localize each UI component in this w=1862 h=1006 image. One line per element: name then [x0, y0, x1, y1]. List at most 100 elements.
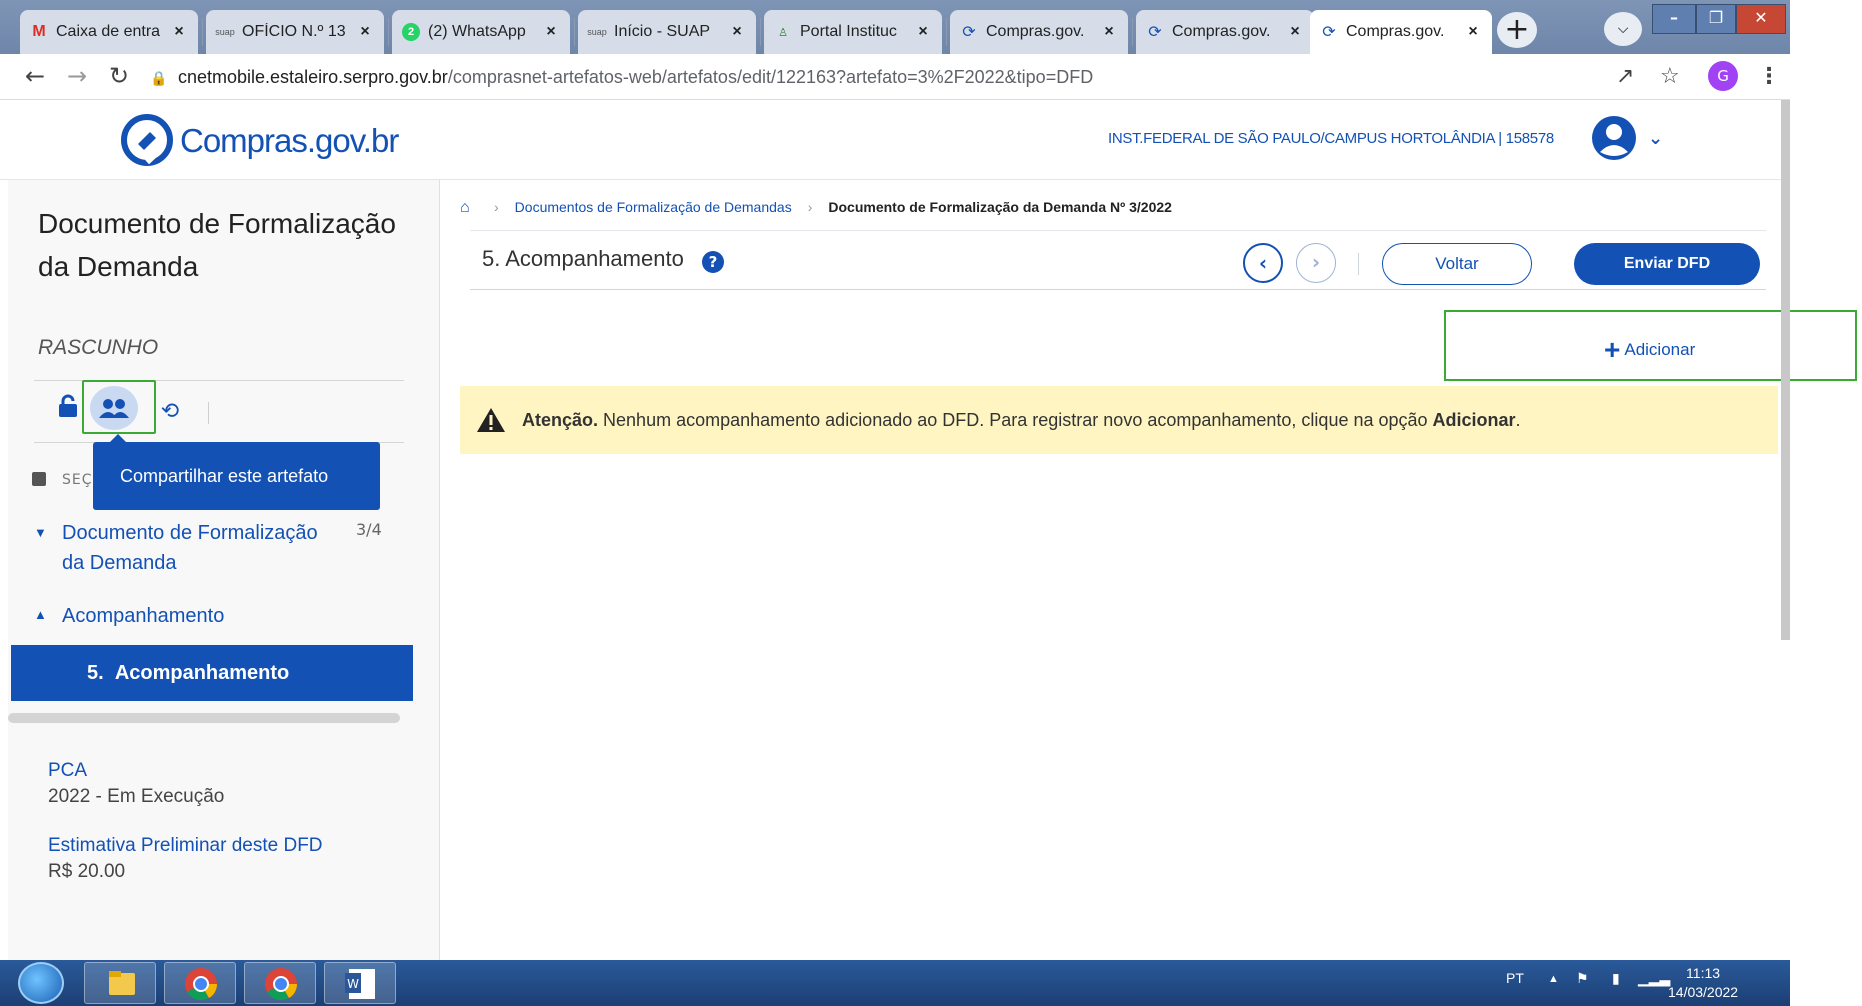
screen: M Caixa de entra × suap OFÍCIO N.º 13 × … [0, 0, 1862, 1006]
tray-expand-icon[interactable]: ▲ [1548, 973, 1559, 985]
portal-icon: ♙ [778, 26, 788, 39]
share-page-icon[interactable]: ↗ [1616, 64, 1634, 89]
help-icon[interactable]: ? [702, 251, 724, 273]
close-tab-icon[interactable]: × [170, 23, 188, 41]
browser-tab-suap[interactable]: suap Início - SUAP × [578, 10, 756, 54]
language-indicator[interactable]: PT [1506, 970, 1524, 986]
estimate-value: R$ 20.00 [48, 861, 126, 882]
next-section-button[interactable]: › [1296, 243, 1336, 283]
close-window-button[interactable]: ✕ [1736, 4, 1786, 34]
add-highlight-box: + Adicionar [1444, 310, 1857, 381]
browser-tab-whatsapp[interactable]: 2 (2) WhatsApp × [392, 10, 570, 54]
sidebar-scrollbar[interactable] [8, 713, 400, 723]
browser-profile-avatar[interactable]: G [1708, 61, 1738, 91]
tab-divider [388, 18, 389, 46]
pca-link[interactable]: PCA [48, 760, 87, 782]
chrome-taskbar-icon[interactable] [244, 962, 316, 1004]
chevron-down-icon: ▼ [34, 525, 47, 540]
lock-icon: 🔒 [150, 70, 168, 86]
back-arrow-icon[interactable]: ← [20, 62, 50, 90]
close-tab-icon[interactable]: × [728, 23, 746, 41]
estimate-link[interactable]: Estimativa Preliminar deste DFD [48, 835, 323, 857]
close-tab-icon[interactable]: × [1100, 23, 1118, 41]
browser-menu-icon[interactable]: ⋮ [1758, 64, 1780, 89]
suap-icon: suap [215, 27, 235, 37]
tab-title: Portal Instituc [800, 23, 897, 40]
tab-search-chevron-icon[interactable]: ⌵ [1604, 12, 1642, 46]
alert-strong-end: Adicionar [1432, 409, 1516, 430]
close-tab-icon[interactable]: × [1286, 23, 1304, 41]
pca-value: 2022 - Em Execução [48, 786, 225, 807]
sidebar-item-label: Documento de Formalização da Demanda [62, 522, 318, 574]
share-artifact-button[interactable] [82, 380, 156, 434]
browser-tab-compras-active[interactable]: ⟳ Compras.gov. × [1310, 10, 1492, 54]
browser-tab-gmail[interactable]: M Caixa de entra × [20, 10, 198, 54]
user-menu-chevron-down-icon[interactable]: ⌄ [1648, 128, 1663, 149]
tab-title: Caixa de entra [56, 23, 161, 40]
sections-header[interactable]: SEÇ [32, 472, 93, 488]
browser-tab-strip: M Caixa de entra × suap OFÍCIO N.º 13 × … [0, 0, 1790, 54]
previous-section-button[interactable]: ‹ [1243, 243, 1283, 283]
alert-text: Nenhum acompanhamento adicionado ao DFD.… [598, 409, 1433, 430]
reload-icon[interactable]: ↻ [104, 62, 134, 90]
compras-icon: ⟳ [1322, 24, 1336, 41]
browser-tab-oficio[interactable]: suap OFÍCIO N.º 13 × [206, 10, 384, 54]
restore-window-button[interactable]: ❐ [1696, 4, 1736, 34]
compras-logo-text[interactable]: Compras.gov.br [180, 122, 399, 160]
close-tab-icon[interactable]: × [542, 23, 560, 41]
history-icon[interactable]: ⟲ [150, 392, 190, 432]
organization-label: INST.FEDERAL DE SÃO PAULO/CAMPUS HORTOLÂ… [1108, 130, 1554, 147]
compras-icon: ⟳ [1148, 24, 1162, 41]
tab-title: Compras.gov. [986, 23, 1085, 40]
sidebar-item-active-acompanhamento[interactable]: 5. Acompanhamento [11, 645, 413, 701]
app-header: Compras.gov.br INST.FEDERAL DE SÃO PAULO… [0, 100, 1790, 180]
page-header: 5. Acompanhamento ? ‹ › Voltar Enviar DF… [470, 230, 1766, 290]
document-title: Documento de Formalização da Demanda [38, 208, 396, 282]
collapse-sections-icon [32, 472, 46, 486]
sidebar-item-acompanhamento[interactable]: ▲ Acompanhamento [34, 600, 224, 631]
forward-arrow-icon[interactable]: → [62, 62, 92, 90]
new-tab-button[interactable]: + [1497, 12, 1537, 48]
browser-tab-portal[interactable]: ♙ Portal Instituc × [764, 10, 942, 54]
bookmark-star-icon[interactable]: ☆ [1660, 64, 1680, 89]
add-button[interactable]: + Adicionar [1604, 334, 1695, 366]
tab-divider [946, 18, 947, 46]
user-avatar-icon[interactable] [1590, 114, 1638, 162]
tab-title: (2) WhatsApp [428, 23, 526, 40]
minimize-window-button[interactable]: – [1652, 4, 1696, 34]
word-taskbar-icon[interactable]: W [324, 962, 396, 1004]
system-clock[interactable]: 11:13 14/03/2022 [1668, 964, 1738, 1002]
browser-tab-compras-2[interactable]: ⟳ Compras.gov. × [1136, 10, 1314, 54]
back-button[interactable]: Voltar [1382, 243, 1532, 285]
breadcrumb-separator-icon: › [494, 199, 499, 215]
url-input[interactable]: 🔒 cnetmobile.estaleiro.serpro.gov.br/comp… [150, 62, 1590, 92]
breadcrumb-separator-icon: › [807, 199, 813, 215]
network-signal-icon[interactable]: ▁▂▃ [1638, 970, 1670, 987]
page-title: 5. Acompanhamento [482, 246, 684, 271]
windows-start-icon[interactable] [18, 962, 64, 1004]
document-status-badge: RASCUNHO [38, 336, 159, 359]
file-explorer-taskbar-icon[interactable] [84, 962, 156, 1004]
warning-icon [477, 408, 505, 432]
browser-tab-compras-1[interactable]: ⟳ Compras.gov. × [950, 10, 1128, 54]
chrome-taskbar-icon[interactable] [164, 962, 236, 1004]
page-scrollbar[interactable] [1781, 100, 1790, 640]
close-tab-icon[interactable]: × [1464, 23, 1482, 41]
tab-divider [202, 18, 203, 46]
chevron-up-icon: ▲ [34, 607, 47, 622]
plus-icon: + [1604, 334, 1621, 365]
sidebar-item-label: Acompanhamento [62, 605, 225, 627]
breadcrumb-link[interactable]: Documentos de Formalização de Demandas [515, 199, 792, 215]
warning-alert: Atenção. Nenhum acompanhamento adicionad… [460, 386, 1778, 454]
sidebar-item-dfd[interactable]: ▼ Documento de Formalização da Demanda [34, 518, 322, 578]
tab-title: Início - SUAP [614, 23, 711, 40]
close-tab-icon[interactable]: × [356, 23, 374, 41]
compras-logo-icon[interactable] [120, 110, 174, 170]
close-tab-icon[interactable]: × [914, 23, 932, 41]
home-icon[interactable]: ⌂ [460, 199, 478, 216]
section-progress-count: 3/4 [356, 520, 382, 539]
action-center-flag-icon[interactable]: ⚑ [1576, 970, 1589, 987]
send-dfd-button[interactable]: Enviar DFD [1574, 243, 1760, 285]
battery-icon[interactable]: ▮ [1612, 970, 1620, 987]
divider [208, 402, 209, 424]
